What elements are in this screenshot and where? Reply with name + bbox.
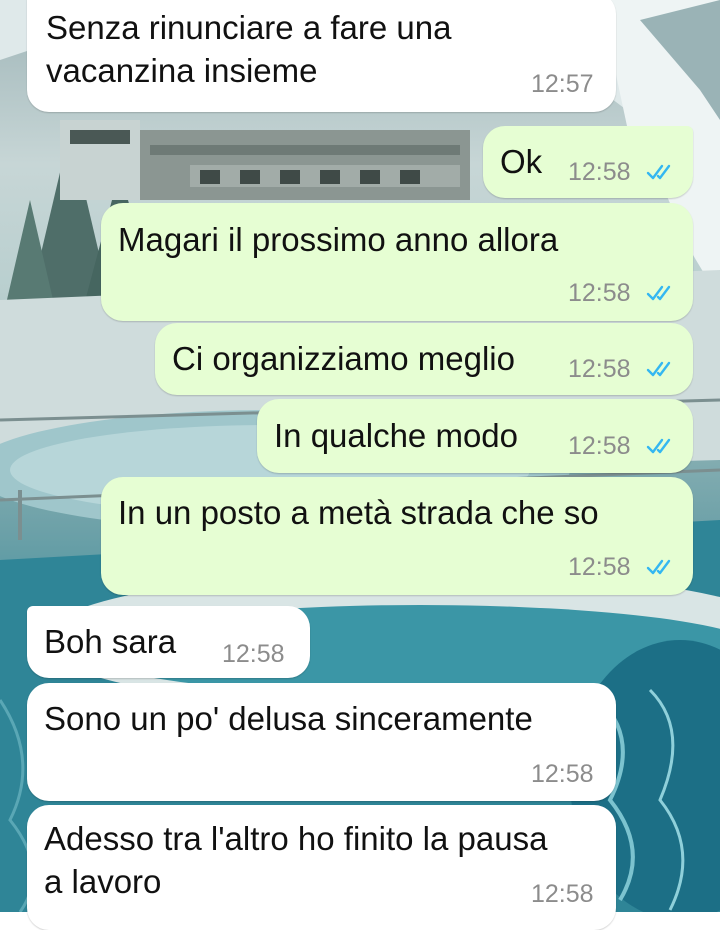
- message-bubble-incoming[interactable]: Senza rinunciare a fare una vacanzina in…: [27, 0, 616, 112]
- message-bubble-outgoing[interactable]: Ok 12:58: [483, 126, 693, 198]
- message-bubble-outgoing[interactable]: Magari il prossimo anno allora 12:58: [101, 203, 693, 321]
- message-timestamp: 12:57: [531, 70, 594, 98]
- message-text-line: In un posto a metà strada che so: [118, 494, 599, 531]
- message-text-line: Boh sara: [44, 623, 177, 660]
- message-text-line: Ci organizziamo meglio: [172, 340, 515, 377]
- message-timestamp: 12:58: [568, 279, 631, 307]
- double-check-read-icon: [646, 164, 671, 180]
- message-timestamp: 12:58: [568, 432, 631, 460]
- message-text-line: In qualche modo: [274, 417, 519, 454]
- message-bubble-incoming[interactable]: Boh sara 12:58: [27, 606, 310, 678]
- message-text-line: Adesso tra l'altro ho finito la pausa: [44, 820, 548, 857]
- message-timestamp: 12:58: [568, 158, 631, 186]
- message-text-line: Sono un po' delusa sinceramente: [44, 700, 533, 737]
- message-bubble-outgoing[interactable]: Ci organizziamo meglio 12:58: [155, 323, 693, 395]
- message-text-line: a lavoro: [44, 863, 162, 900]
- message-bubble-outgoing[interactable]: In un posto a metà strada che so 12:58: [101, 477, 693, 595]
- message-text-line: Senza rinunciare a fare una: [46, 9, 452, 46]
- message-timestamp: 12:58: [568, 355, 631, 383]
- message-bubble-incoming[interactable]: Adesso tra l'altro ho finito la pausa a …: [27, 805, 616, 930]
- message-text-line: Magari il prossimo anno allora: [118, 221, 559, 258]
- double-check-read-icon: [646, 438, 671, 454]
- double-check-read-icon: [646, 559, 671, 575]
- message-text-line: Ok: [500, 143, 543, 180]
- message-bubble-incoming[interactable]: Sono un po' delusa sinceramente 12:58: [27, 683, 616, 801]
- message-timestamp: 12:58: [531, 760, 594, 788]
- message-timestamp: 12:58: [568, 553, 631, 581]
- message-timestamp: 12:58: [531, 880, 594, 908]
- message-timestamp: 12:58: [222, 640, 285, 668]
- message-text-line: vacanzina insieme: [46, 52, 318, 89]
- double-check-read-icon: [646, 361, 671, 377]
- double-check-read-icon: [646, 285, 671, 301]
- message-bubble-outgoing[interactable]: In qualche modo 12:58: [257, 399, 693, 473]
